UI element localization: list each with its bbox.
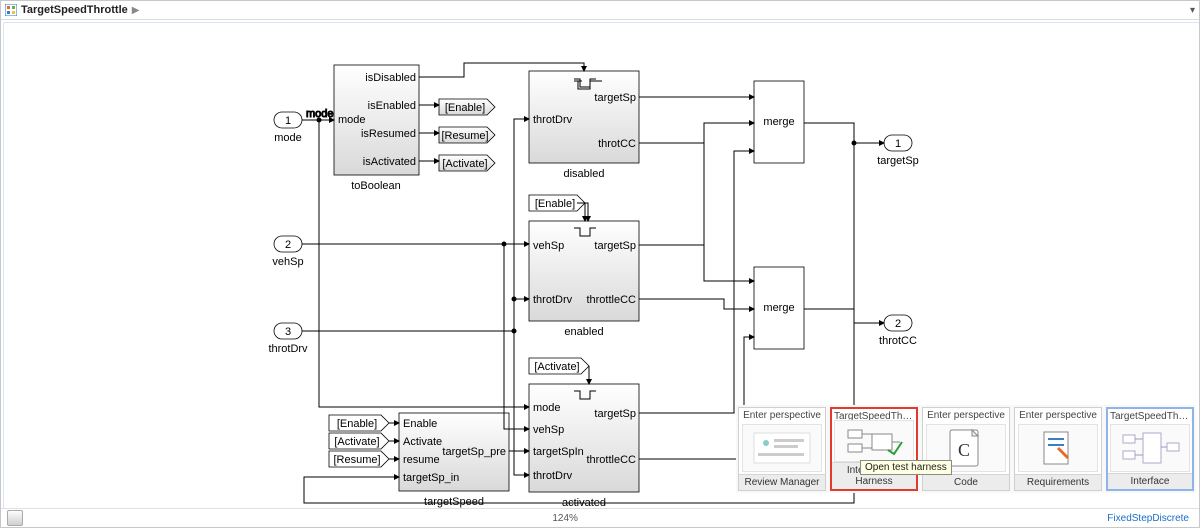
svg-text:mode: mode xyxy=(338,114,366,126)
diagram-canvas[interactable]: 1 mode 2 vehSp 3 throtDrv mode isDisable… xyxy=(3,22,1200,512)
svg-text:[Enable]: [Enable] xyxy=(337,418,377,430)
thumbnail-icon xyxy=(834,420,914,462)
svg-text:3: 3 xyxy=(285,326,291,338)
from-activate-ts[interactable]: [Activate] xyxy=(329,433,389,449)
thumbnail-icon xyxy=(742,424,822,472)
block-merge-throtCC[interactable]: merge xyxy=(754,267,804,349)
solver-status[interactable]: FixedStepDiscrete xyxy=(1107,513,1189,524)
block-disabled[interactable]: targetSp throtDrv throtCC disabled xyxy=(529,71,639,180)
breadcrumb-root[interactable]: TargetSpeedThrottle xyxy=(21,4,128,16)
title-bar: TargetSpeedThrottle ▶ ▾ xyxy=(1,1,1199,20)
svg-text:throtDrv: throtDrv xyxy=(533,470,573,482)
svg-text:merge: merge xyxy=(763,116,794,128)
perspective-code[interactable]: Enter perspective C Code xyxy=(922,407,1010,491)
svg-text:isDisabled: isDisabled xyxy=(365,72,416,84)
svg-text:[Activate]: [Activate] xyxy=(534,361,579,373)
svg-text:2: 2 xyxy=(285,239,291,251)
from-resume-ts[interactable]: [Resume] xyxy=(329,451,389,467)
svg-text:enabled: enabled xyxy=(564,326,603,338)
perspective-internal-test-harness[interactable]: TargetSpeedThrottle_Harness Internal Tes… xyxy=(830,407,918,491)
requirements-icon xyxy=(1018,424,1098,472)
status-bar: 124% FixedStepDiscrete xyxy=(1,508,1199,527)
svg-text:C: C xyxy=(958,440,970,460)
svg-text:[Resume]: [Resume] xyxy=(441,130,488,142)
app-icon xyxy=(5,4,17,16)
outport-targetSp[interactable]: 1 targetSp xyxy=(877,135,919,167)
from-enable-ts[interactable]: [Enable] xyxy=(329,415,389,431)
svg-text:[Activate]: [Activate] xyxy=(334,436,379,448)
svg-text:throttleCC: throttleCC xyxy=(586,454,636,466)
svg-text:isActivated: isActivated xyxy=(363,156,416,168)
svg-text:[Resume]: [Resume] xyxy=(333,454,380,466)
model-status-icon[interactable] xyxy=(7,510,23,526)
svg-text:isEnabled: isEnabled xyxy=(368,100,416,112)
svg-text:targetSpIn: targetSpIn xyxy=(533,446,584,458)
svg-text:throtCC: throtCC xyxy=(598,138,636,150)
svg-text:throtDrv: throtDrv xyxy=(268,343,308,355)
svg-text:mode: mode xyxy=(533,402,561,414)
perspective-review-manager[interactable]: Enter perspective Review Manager xyxy=(738,407,826,491)
svg-text:targetSp: targetSp xyxy=(877,155,919,167)
inport-throtDrv[interactable]: 3 throtDrv xyxy=(268,323,308,355)
outport-throtCC[interactable]: 2 throtCC xyxy=(879,315,917,347)
svg-text:throtDrv: throtDrv xyxy=(533,294,573,306)
svg-text:mode: mode xyxy=(274,132,302,144)
zoom-level[interactable]: 124% xyxy=(552,513,578,524)
svg-text:[Enable]: [Enable] xyxy=(445,102,485,114)
perspective-requirements[interactable]: Enter perspective Requirements xyxy=(1014,407,1102,491)
svg-text:vehSp: vehSp xyxy=(533,240,564,252)
block-toBoolean[interactable]: mode isDisabled isEnabled isResumed isAc… xyxy=(334,65,419,192)
svg-text:targetSpeed: targetSpeed xyxy=(424,496,484,508)
title-bar-menu-icon[interactable]: ▾ xyxy=(1190,5,1195,16)
svg-text:resume: resume xyxy=(403,454,440,466)
block-enabled[interactable]: vehSp targetSp throtDrv throttleCC enabl… xyxy=(529,221,639,338)
goto-enable[interactable]: [Enable] xyxy=(439,99,495,115)
perspective-interface[interactable]: TargetSpeedThrottle Interface xyxy=(1106,407,1194,491)
svg-text:toBoolean: toBoolean xyxy=(351,180,401,192)
breadcrumb-chevron-icon[interactable]: ▶ xyxy=(132,5,140,16)
svg-text:vehSp: vehSp xyxy=(272,256,303,268)
svg-text:1: 1 xyxy=(895,138,901,150)
svg-text:targetSp_pre: targetSp_pre xyxy=(442,446,506,458)
svg-text:[Enable]: [Enable] xyxy=(535,198,575,210)
perspective-switcher: Enter perspective Review Manager TargetS… xyxy=(736,405,1196,493)
svg-text:throtDrv: throtDrv xyxy=(533,114,573,126)
svg-text:Enable: Enable xyxy=(403,418,437,430)
inport-vehSp[interactable]: 2 vehSp xyxy=(272,236,303,268)
svg-text:targetSp: targetSp xyxy=(594,408,636,420)
goto-activate[interactable]: [Activate] xyxy=(439,155,495,171)
svg-text:throttleCC: throttleCC xyxy=(586,294,636,306)
svg-text:[Activate]: [Activate] xyxy=(442,158,487,170)
thumbnail-icon xyxy=(1110,424,1190,472)
svg-text:throtCC: throtCC xyxy=(879,335,917,347)
svg-text:Activate: Activate xyxy=(403,436,442,448)
tooltip: Open test harness xyxy=(860,460,952,475)
goto-resume[interactable]: [Resume] xyxy=(439,127,495,143)
block-activated[interactable]: mode targetSp vehSp targetSpIn throttleC… xyxy=(529,384,639,509)
svg-text:merge: merge xyxy=(763,302,794,314)
inport-mode[interactable]: 1 mode xyxy=(274,112,302,144)
svg-text:targetSp: targetSp xyxy=(594,92,636,104)
svg-text:1: 1 xyxy=(285,115,291,127)
block-merge-targetSp[interactable]: merge xyxy=(754,81,804,163)
svg-text:disabled: disabled xyxy=(564,168,605,180)
simulink-window: TargetSpeedThrottle ▶ ▾ 1 mode xyxy=(0,0,1200,528)
svg-text:targetSp_in: targetSp_in xyxy=(403,472,459,484)
svg-text:isResumed: isResumed xyxy=(361,128,416,140)
svg-text:vehSp: vehSp xyxy=(533,424,564,436)
block-targetSpeed[interactable]: Enable Activate targetSp_pre resume targ… xyxy=(399,413,509,508)
svg-text:2: 2 xyxy=(895,318,901,330)
svg-text:targetSp: targetSp xyxy=(594,240,636,252)
from-enable[interactable]: [Enable] xyxy=(529,195,585,211)
from-activate[interactable]: [Activate] xyxy=(529,358,589,374)
